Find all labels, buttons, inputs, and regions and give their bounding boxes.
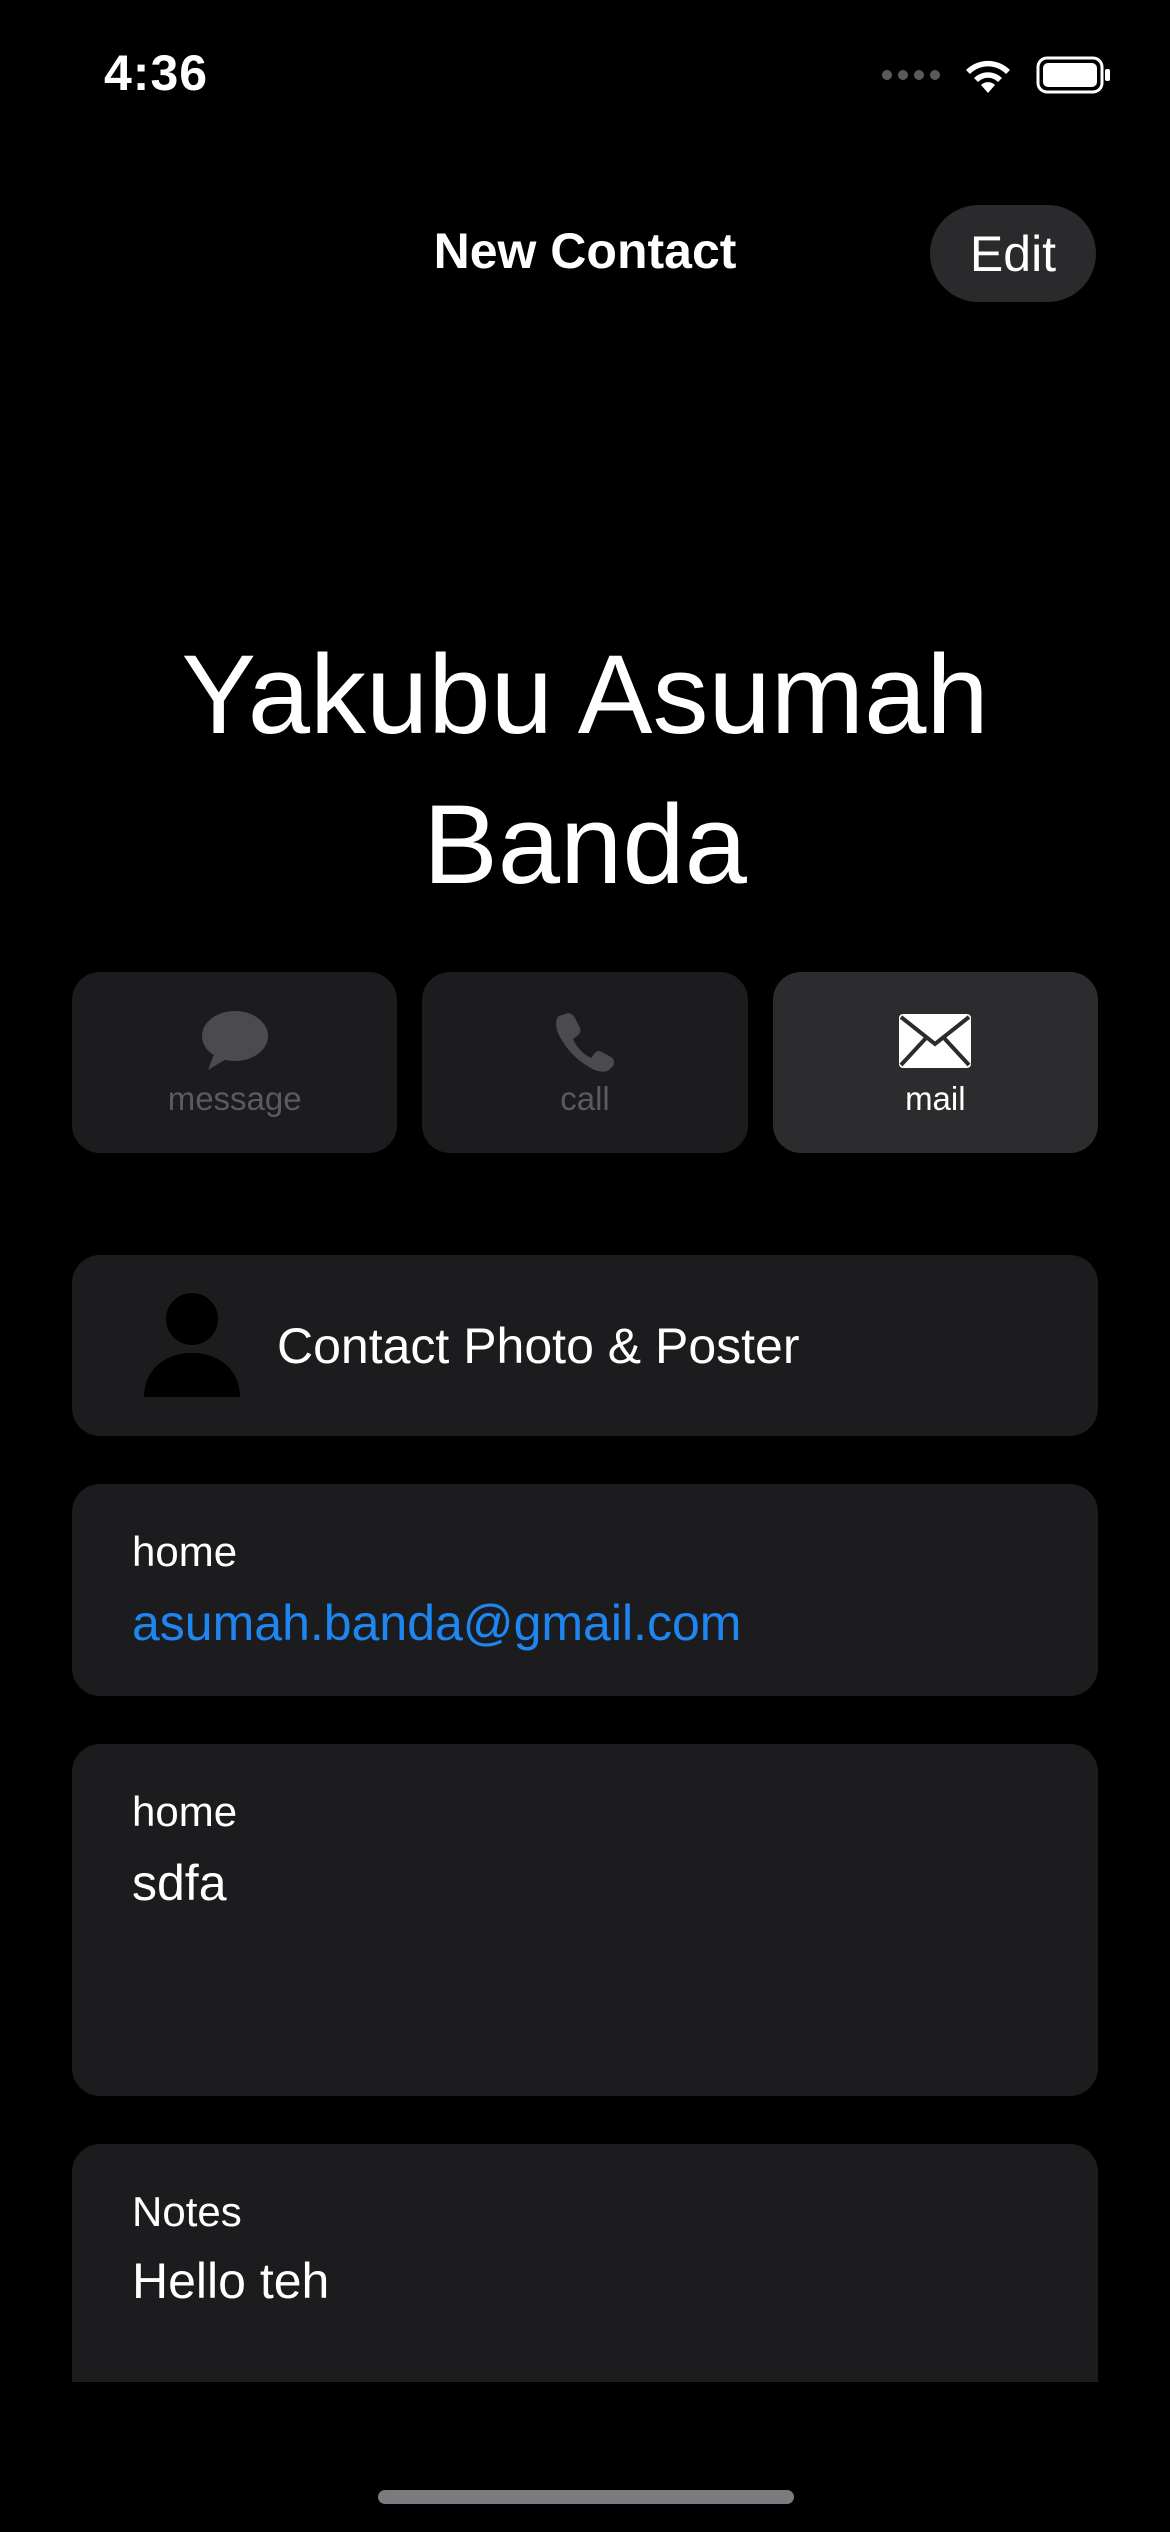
address-row[interactable]: home sdfa bbox=[72, 1744, 1098, 2096]
cellular-signal-icon bbox=[882, 70, 940, 80]
email-value[interactable]: asumah.banda@gmail.com bbox=[132, 1594, 741, 1652]
wifi-icon bbox=[966, 60, 1010, 93]
quick-actions: message call mail bbox=[72, 972, 1098, 1153]
notes-row[interactable]: Notes Hello teh bbox=[72, 2144, 1098, 2382]
edit-button[interactable]: Edit bbox=[930, 205, 1096, 302]
message-bubble-icon bbox=[200, 1008, 270, 1074]
envelope-icon bbox=[899, 1008, 972, 1074]
mail-label: mail bbox=[905, 1079, 966, 1117]
status-icons bbox=[882, 52, 1112, 98]
battery-icon bbox=[1036, 56, 1110, 94]
notes-label: Notes bbox=[132, 2188, 242, 2235]
notes-value: Hello teh bbox=[132, 2253, 330, 2309]
person-silhouette-icon bbox=[144, 1293, 240, 1397]
phone-icon bbox=[555, 1008, 615, 1074]
message-label: message bbox=[167, 1079, 302, 1117]
contact-photo-poster-row[interactable]: Contact Photo & Poster bbox=[72, 1255, 1098, 1436]
contact-photo-poster-label: Contact Photo & Poster bbox=[277, 1317, 800, 1374]
contact-name: Yakubu Asumah Banda bbox=[0, 620, 1170, 920]
home-indicator[interactable] bbox=[378, 2490, 794, 2504]
email-row[interactable]: home asumah.banda@gmail.com bbox=[72, 1484, 1098, 1696]
status-time: 4:36 bbox=[104, 45, 209, 101]
call-label: call bbox=[560, 1079, 610, 1117]
email-label: home bbox=[132, 1528, 238, 1575]
contact-name-line2: Banda bbox=[423, 782, 747, 907]
message-button[interactable]: message bbox=[72, 972, 398, 1153]
address-label: home bbox=[132, 1788, 238, 1835]
mail-button[interactable]: mail bbox=[772, 972, 1098, 1153]
call-button[interactable]: call bbox=[422, 972, 748, 1153]
contact-name-line1: Yakubu Asumah bbox=[181, 632, 989, 757]
address-value: sdfa bbox=[132, 1855, 227, 1911]
